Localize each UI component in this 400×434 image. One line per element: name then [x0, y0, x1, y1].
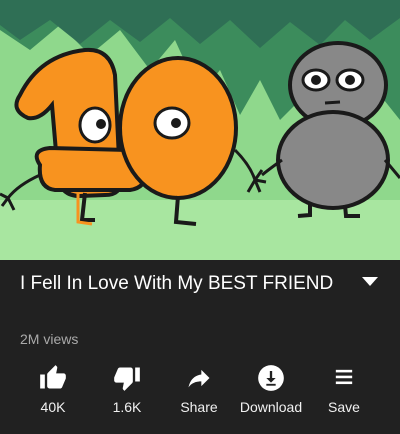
share-button[interactable]: Share	[159, 362, 239, 422]
thumbs-down-icon	[113, 364, 141, 392]
video-metadata: I Fell In Love With My BEST FRIEND 2M vi…	[0, 260, 400, 434]
expand-description-button[interactable]	[358, 274, 382, 290]
save-button[interactable]: Save	[304, 362, 384, 422]
share-label: Share	[180, 399, 218, 415]
download-icon	[257, 364, 285, 392]
video-title: I Fell In Love With My BEST FRIEND	[20, 273, 334, 294]
download-label: Download	[239, 399, 303, 415]
like-count: 40K	[40, 399, 66, 415]
chevron-down-icon	[362, 277, 378, 286]
dislike-count: 1.6K	[112, 399, 142, 415]
view-count: 2M views	[20, 331, 79, 347]
like-button[interactable]: 40K	[13, 362, 93, 422]
dislike-button[interactable]: 1.6K	[87, 362, 167, 422]
video-player[interactable]	[0, 0, 400, 260]
save-label: Save	[328, 399, 360, 415]
action-bar: 40K 1.6K Share Download Save	[0, 362, 400, 422]
video-thumbnail	[0, 0, 400, 260]
download-button[interactable]: Download	[231, 362, 311, 422]
save-playlist-icon	[330, 364, 358, 392]
thumbs-up-icon	[39, 364, 67, 392]
share-icon	[185, 364, 213, 392]
